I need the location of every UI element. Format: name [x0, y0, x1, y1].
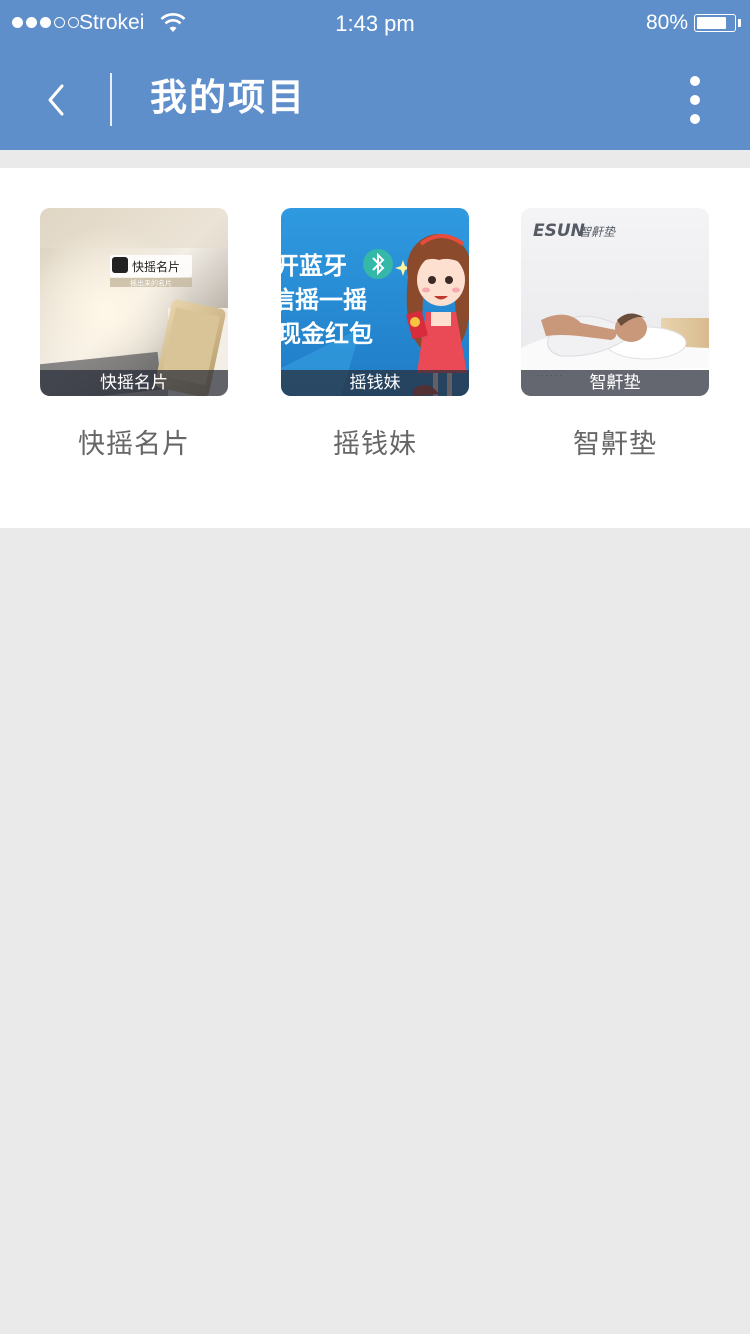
promo-line-3: 现金红包	[281, 320, 373, 348]
thumb-logo-text: 快摇名片	[132, 259, 180, 274]
nav-divider	[110, 73, 112, 126]
project-card-zhihan-dian[interactable]: ESUN 智鼾垫 · · · · · · 智鼾垫 智鼾垫	[521, 208, 709, 468]
thumb-caption: 快摇名片	[40, 370, 228, 396]
battery-icon	[694, 14, 736, 32]
business-card-app-image: 快摇名片 摇出来的名片	[40, 208, 228, 396]
project-name: 智鼾垫	[573, 429, 657, 460]
app-header: Strokei 1:43 pm 80% 我的项目	[0, 0, 750, 150]
chevron-left-icon	[48, 84, 64, 116]
projects-panel: 快摇名片 摇出来的名片 快摇名片 快摇名片 开蓝牙 信摇一摇 现金红包 摇钱妹 …	[0, 168, 750, 528]
battery-tip	[738, 19, 741, 27]
status-time: 1:43 pm	[335, 11, 415, 36]
project-thumbnail[interactable]: 开蓝牙 信摇一摇 现金红包 摇钱妹	[281, 208, 469, 396]
project-name: 摇钱妹	[333, 429, 417, 460]
navigation-bar: 我的项目	[0, 48, 750, 150]
page-title: 我的项目	[150, 76, 306, 119]
project-card-yaoqian-mei[interactable]: 开蓝牙 信摇一摇 现金红包 摇钱妹 摇钱妹	[281, 208, 469, 468]
promo-line-1: 开蓝牙	[281, 252, 347, 280]
battery-percent: 80%	[645, 11, 688, 34]
project-thumbnail[interactable]: ESUN 智鼾垫 · · · · · · 智鼾垫	[521, 208, 709, 396]
thumb-logo-subtext: 摇出来的名片	[130, 279, 172, 288]
cartoon-girl-promo-image: 开蓝牙 信摇一摇 现金红包	[281, 208, 469, 396]
more-options-button[interactable]	[678, 72, 712, 128]
thumb-caption: 摇钱妹	[281, 370, 469, 396]
brand-logo-cn: 智鼾垫	[579, 225, 616, 239]
sleeping-man-product-image: ESUN 智鼾垫 · · · · · ·	[521, 208, 709, 396]
status-bar: Strokei 1:43 pm 80%	[0, 0, 750, 48]
project-card-kuaiyao-mingpian[interactable]: 快摇名片 摇出来的名片 快摇名片 快摇名片	[40, 208, 228, 468]
project-name: 快摇名片	[78, 429, 190, 460]
vertical-ellipsis-icon	[690, 76, 700, 86]
back-button[interactable]	[30, 74, 82, 126]
promo-line-2: 信摇一摇	[281, 286, 367, 314]
thumb-caption: 智鼾垫	[521, 370, 709, 396]
brand-logo: ESUN	[533, 221, 585, 241]
project-thumbnail[interactable]: 快摇名片 摇出来的名片 快摇名片	[40, 208, 228, 396]
